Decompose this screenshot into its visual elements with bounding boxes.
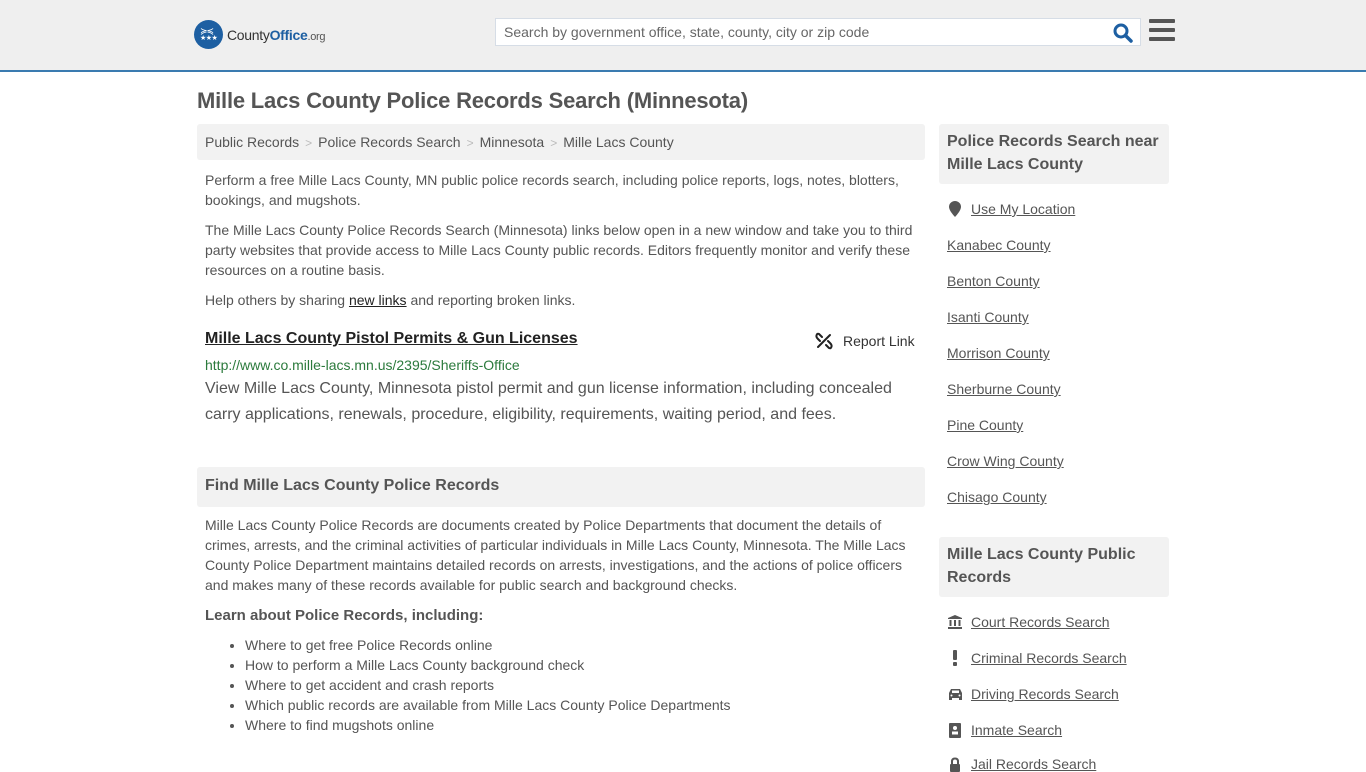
menu-bar-icon (1149, 19, 1175, 23)
breadcrumb-separator: > (550, 136, 558, 150)
search-icon (1113, 23, 1133, 43)
search-input[interactable] (496, 19, 1096, 45)
criminal-records-link[interactable]: Criminal Records Search (947, 650, 1127, 666)
breadcrumb-police-records-search[interactable]: Police Records Search (318, 134, 460, 150)
nearby-county-link[interactable]: Kanabec County (947, 237, 1051, 253)
breadcrumb-mille-lacs-county[interactable]: Mille Lacs County (563, 134, 674, 150)
hamburger-menu-button[interactable] (1149, 19, 1175, 43)
result-title-link[interactable]: Mille Lacs County Pistol Permits & Gun L… (205, 330, 578, 348)
intro-paragraph-1: Perform a free Mille Lacs County, MN pub… (205, 172, 899, 208)
menu-bar-icon (1149, 28, 1175, 32)
breadcrumb-public-records[interactable]: Public Records (205, 134, 299, 150)
nearby-county-link[interactable]: Benton County (947, 273, 1040, 289)
list-item: Where to find mugshots online (245, 715, 731, 735)
new-links-link[interactable]: new links (349, 292, 407, 308)
menu-bar-icon (1149, 37, 1175, 41)
list-item: Where to get accident and crash reports (245, 675, 731, 695)
exclamation-icon (947, 650, 963, 666)
learn-list: Where to get free Police Records online … (245, 635, 731, 735)
id-card-icon (947, 722, 963, 738)
find-section-body: Mille Lacs County Police Records are doc… (205, 517, 906, 593)
find-section-heading: Find Mille Lacs County Police Records (197, 467, 925, 507)
list-item: Where to get free Police Records online (245, 635, 731, 655)
logo-wordmark: CountyOffice.org (227, 26, 326, 43)
courthouse-icon (947, 615, 963, 629)
intro-paragraph-3: Help others by sharing new links and rep… (205, 292, 576, 308)
breadcrumb: Public Records > Police Records Search > Min… (197, 124, 925, 160)
report-link-button[interactable]: Report Link (815, 332, 915, 350)
driving-records-link[interactable]: Driving Records Search (947, 686, 1119, 702)
site-logo[interactable]: ≽≼ ★★★ CountyOffice.org (194, 20, 326, 49)
nearby-county-link[interactable]: Crow Wing County (947, 453, 1064, 469)
nearby-county-link[interactable]: Chisago County (947, 489, 1047, 505)
nearby-county-link[interactable]: Morrison County (947, 345, 1050, 361)
car-icon (947, 688, 963, 700)
breadcrumb-separator: > (305, 136, 313, 150)
learn-heading: Learn about Police Records, including: (205, 607, 484, 624)
page-title: Mille Lacs County Police Records Search … (197, 88, 748, 113)
result-url: http://www.co.mille-lacs.mn.us/2395/Sher… (205, 357, 520, 373)
public-records-heading: Mille Lacs County Public Records (939, 537, 1169, 597)
jail-records-link[interactable]: Jail Records Search (947, 756, 1096, 772)
eagle-logo-icon: ≽≼ ★★★ (194, 20, 223, 49)
map-marker-icon (947, 201, 963, 217)
broken-link-icon (815, 332, 833, 350)
nearby-heading: Police Records Search near Mille Lacs Co… (939, 124, 1169, 184)
use-my-location-link[interactable]: Use My Location (947, 201, 1075, 217)
site-header: ≽≼ ★★★ CountyOffice.org (0, 0, 1366, 72)
breadcrumb-separator: > (466, 136, 474, 150)
lock-icon (947, 756, 963, 772)
nearby-county-link[interactable]: Sherburne County (947, 381, 1061, 397)
list-item: How to perform a Mille Lacs County backg… (245, 655, 731, 675)
search-box (495, 18, 1141, 46)
breadcrumb-minnesota[interactable]: Minnesota (480, 134, 545, 150)
court-records-link[interactable]: Court Records Search (947, 614, 1110, 630)
list-item: Which public records are available from … (245, 695, 731, 715)
result-description: View Mille Lacs County, Minnesota pistol… (205, 380, 892, 423)
search-button[interactable] (1112, 22, 1134, 44)
nearby-county-link[interactable]: Isanti County (947, 309, 1029, 325)
intro-paragraph-2: The Mille Lacs County Police Records Sea… (205, 222, 913, 278)
nearby-county-link[interactable]: Pine County (947, 417, 1023, 433)
inmate-search-link[interactable]: Inmate Search (947, 722, 1062, 738)
